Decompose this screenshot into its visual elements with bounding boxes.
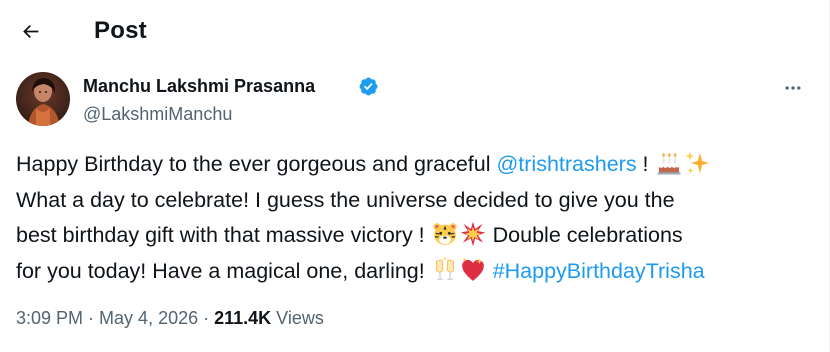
tweet-text-segment: for you today! Have a magical one, darli…: [16, 258, 425, 283]
back-button[interactable]: [12, 13, 48, 49]
tiger-face-icon: [432, 221, 458, 247]
tweet-line: best birthday gift with that massive vic…: [16, 218, 816, 254]
author-name[interactable]: Manchu Lakshmi Prasanna: [83, 74, 315, 98]
sparkles-icon: [684, 150, 710, 176]
timestamp-time[interactable]: 3:09 PM: [16, 308, 83, 328]
views-count: 211.4K: [214, 308, 272, 328]
tweet-meta: 3:09 PM · May 4, 2026 · 211.4K Views: [16, 306, 324, 330]
collision-icon: [460, 221, 486, 247]
more-dots-icon: [785, 86, 801, 90]
sparkling-heart-icon: [460, 257, 486, 283]
tweet-line: What a day to celebrate! I guess the uni…: [16, 187, 675, 212]
meta-separator: ·: [198, 308, 215, 328]
mention-link[interactable]: @trishtrashers: [496, 152, 636, 176]
page-title: Post: [94, 17, 147, 44]
tweet-text-segment: best birthday gift with that massive vic…: [16, 223, 425, 247]
clinking-glasses-icon: [432, 256, 458, 283]
hashtag-link[interactable]: #HappyBirthdayTrisha: [493, 259, 705, 283]
avatar[interactable]: [16, 72, 70, 126]
verified-badge-icon: [359, 77, 378, 96]
tweet-line: for you today! Have a magical one, darli…: [16, 254, 816, 290]
tweet-text-segment: !: [636, 152, 649, 176]
meta-separator: ·: [83, 308, 100, 328]
arrow-left-icon: [22, 24, 38, 38]
birthday-cake-icon: [656, 150, 682, 176]
timestamp-date[interactable]: May 4, 2026: [99, 308, 198, 328]
tweet-text-segment: Happy Birthday to the ever gorgeous and …: [16, 152, 497, 176]
more-options-button[interactable]: [775, 70, 811, 106]
page-header: Post: [0, 0, 829, 62]
tweet-text: Happy Birthday to the ever gorgeous and …: [16, 147, 816, 289]
author-handle[interactable]: @LakshmiManchu: [83, 102, 232, 126]
views-label: Views: [271, 308, 324, 328]
tweet-text-segment: Double celebrations: [492, 223, 683, 247]
tweet-line: Happy Birthday to the ever gorgeous and …: [16, 147, 816, 183]
